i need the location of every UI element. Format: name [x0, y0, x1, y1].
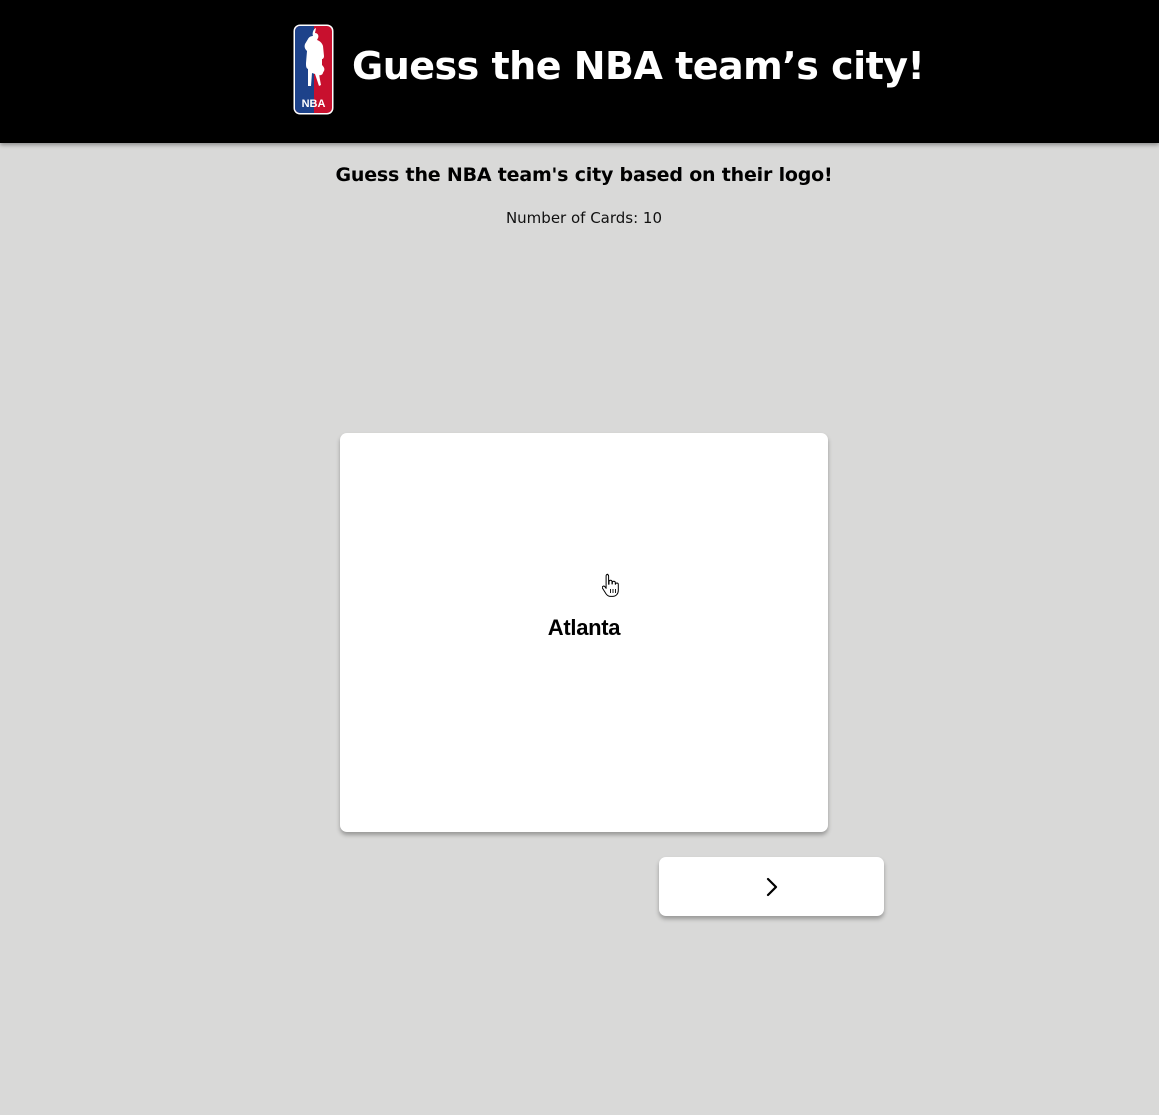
- flashcard[interactable]: Atlanta: [340, 433, 828, 832]
- page-header: NBA Guess the NBA team’s city!: [0, 0, 1159, 143]
- pointer-cursor-icon: [602, 573, 619, 597]
- card-count: Number of Cards: 10: [505, 209, 663, 227]
- chevron-right-icon: [766, 877, 777, 896]
- header-brand: NBA Guess the NBA team’s city!: [293, 23, 925, 115]
- page-title: Guess the NBA team’s city!: [352, 44, 925, 88]
- next-card-button[interactable]: [659, 857, 884, 916]
- game-instructions: Guess the NBA team's city based on their…: [335, 164, 833, 186]
- flashcard-answer: Atlanta: [547, 615, 621, 640]
- nba-logo-text: NBA: [302, 98, 326, 110]
- nba-logo-icon: NBA: [293, 24, 334, 114]
